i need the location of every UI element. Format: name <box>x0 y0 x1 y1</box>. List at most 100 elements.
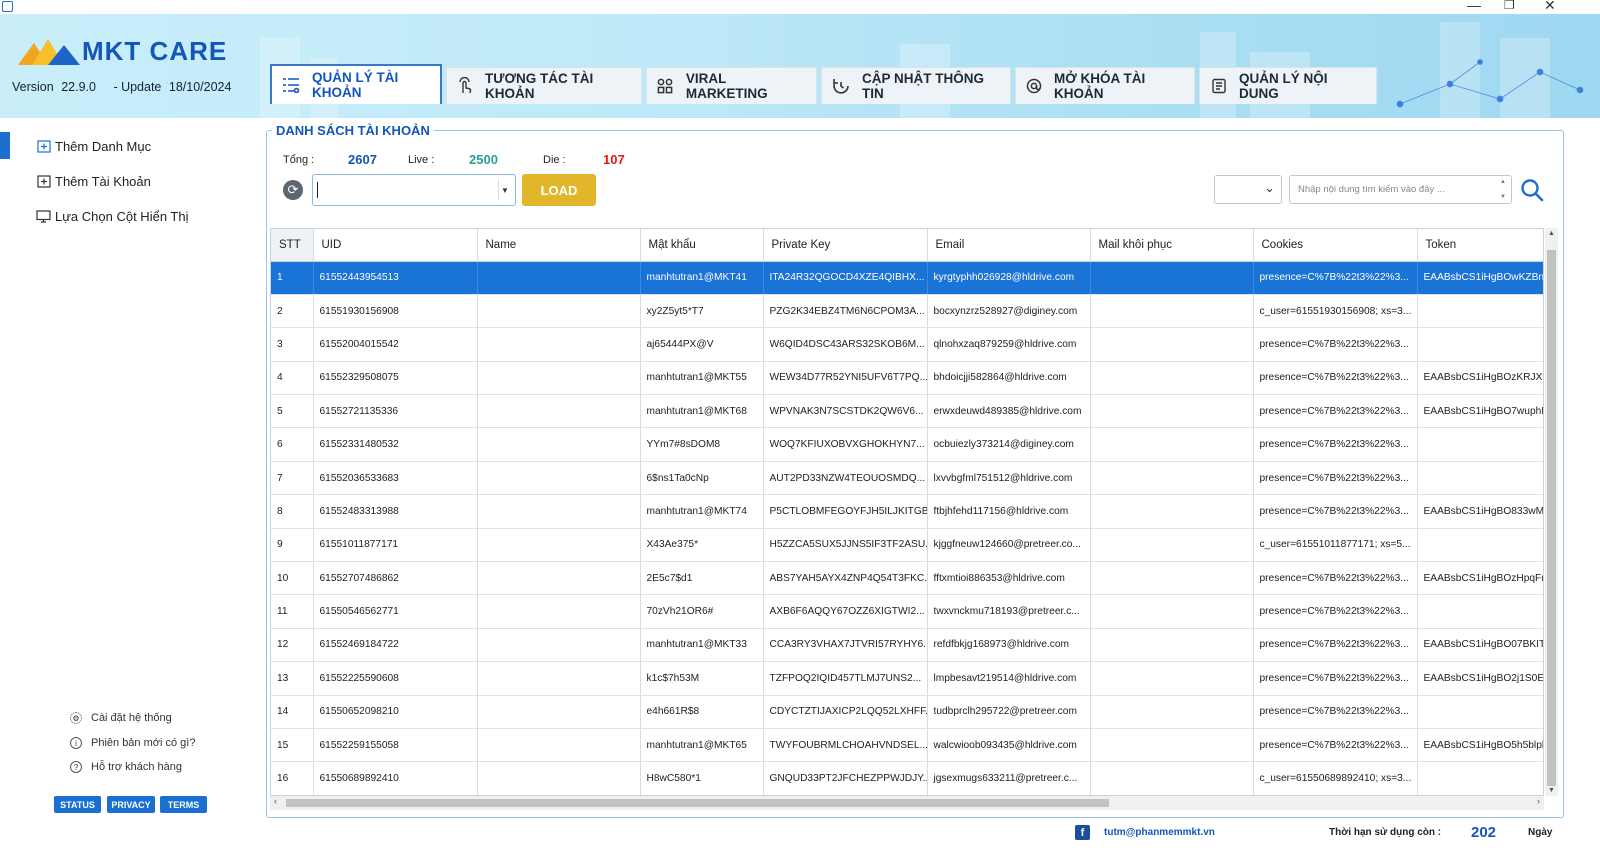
cell-password[interactable]: xy2Z5yt5*T7 <box>640 294 764 329</box>
cell-name[interactable] <box>477 361 641 396</box>
cell-uid[interactable]: 61550689892410 <box>313 761 478 795</box>
cell-token[interactable]: EAABsbCS1iHgBOzKRJXG <box>1417 361 1543 396</box>
cell-private-key[interactable]: P5CTLOBMFEGOYFJH5ILJKITGB... <box>763 494 928 529</box>
cell-private-key[interactable]: W6QID4DSC43ARS32SKOB6M... <box>763 327 928 362</box>
cell-email[interactable]: ftbjhfehd117156@hldrive.com <box>927 494 1091 529</box>
customer-support-link[interactable]: ? Hỗ trợ khách hàng <box>70 761 182 773</box>
cell-name[interactable] <box>477 594 641 629</box>
cell-token[interactable]: EAABsbCS1iHgBO7wuphM <box>1417 394 1543 429</box>
cell-private-key[interactable]: WPVNAK3N7SCSTDK2QW6V6... <box>763 394 928 429</box>
cell-password[interactable]: e4h661R$8 <box>640 695 764 729</box>
cell-cookies[interactable]: presence=C%7B%22t3%22%3... <box>1253 461 1418 496</box>
cell-stt[interactable]: 2 <box>271 294 314 329</box>
cell-email[interactable]: twxvnckmu718193@pretreer.c... <box>927 594 1091 629</box>
cell-cookies[interactable]: presence=C%7B%22t3%22%3... <box>1253 327 1418 362</box>
cell-email[interactable]: erwxdeuwd489385@hldrive.com <box>927 394 1091 429</box>
terms-button[interactable]: TERMS <box>160 796 207 813</box>
cell-email[interactable]: bocxynzrz528927@diginey.com <box>927 294 1091 329</box>
cell-email[interactable]: lmpbesavt219514@hldrive.com <box>927 661 1091 696</box>
table-row[interactable]: 1 61552443954513 manhtutran1@MKT41 ITA24R32… <box>271 261 1543 295</box>
cell-cookies[interactable]: c_user=61550689892410; xs=3... <box>1253 761 1418 795</box>
cell-token[interactable] <box>1417 594 1543 629</box>
cell-private-key[interactable]: ITA24R32QGOCD4XZE4QIBHX... <box>763 261 928 295</box>
privacy-button[interactable]: PRIVACY <box>107 796 155 813</box>
cell-stt[interactable]: 5 <box>271 394 314 429</box>
cell-cookies[interactable]: presence=C%7B%22t3%22%3... <box>1253 594 1418 629</box>
cell-password[interactable]: manhtutran1@MKT33 <box>640 628 764 663</box>
table-row[interactable]: 6 61552331480532 YYm7#8sDOM8 WOQ7KFIUXOBVXG… <box>271 427 1543 462</box>
cell-password[interactable]: manhtutran1@MKT74 <box>640 494 764 529</box>
cell-private-key[interactable]: CCA3RY3VHAX7JTVRI57RYHY6... <box>763 628 928 663</box>
cell-password[interactable]: X43Ae375* <box>640 528 764 563</box>
cell-recovery-mail[interactable] <box>1090 427 1254 462</box>
cell-uid[interactable]: 61552483313988 <box>313 494 478 529</box>
cell-uid[interactable]: 61552036533683 <box>313 461 478 496</box>
column-header-email[interactable]: Email <box>927 229 1091 262</box>
search-icon[interactable] <box>1519 177 1545 203</box>
cell-cookies[interactable]: presence=C%7B%22t3%22%3... <box>1253 628 1418 663</box>
cell-private-key[interactable]: WEW34D77R52YNI5UFV6T7PQ... <box>763 361 928 396</box>
cell-recovery-mail[interactable] <box>1090 361 1254 396</box>
cell-uid[interactable]: 61552004015542 <box>313 327 478 362</box>
cell-email[interactable]: bhdoicjji582864@hldrive.com <box>927 361 1091 396</box>
cell-password[interactable]: manhtutran1@MKT41 <box>640 261 764 295</box>
close-button[interactable]: ✕ <box>1544 0 1556 14</box>
cell-name[interactable] <box>477 661 641 696</box>
table-row[interactable]: 11 61550546562771 70zVh21OR6# AXB6F6AQQY67O… <box>271 594 1543 629</box>
table-row[interactable]: 13 61552225590608 k1c$7h53M TZFPOQ2IQID457T… <box>271 661 1543 696</box>
table-row[interactable]: 2 61551930156908 xy2Z5yt5*T7 PZG2K34EBZ4TM6… <box>271 294 1543 329</box>
cell-password[interactable]: k1c$7h53M <box>640 661 764 696</box>
cell-stt[interactable]: 12 <box>271 628 314 663</box>
scroll-up-icon[interactable]: ▲ <box>1545 230 1558 237</box>
cell-stt[interactable]: 13 <box>271 661 314 696</box>
cell-recovery-mail[interactable] <box>1090 528 1254 563</box>
cell-token[interactable] <box>1417 427 1543 462</box>
cell-name[interactable] <box>477 528 641 563</box>
tab-viral-marketing[interactable]: VIRAL MARKETING <box>646 67 817 104</box>
cell-recovery-mail[interactable] <box>1090 628 1254 663</box>
minimize-button[interactable]: — <box>1467 0 1481 13</box>
table-row[interactable]: 5 61552721135336 manhtutran1@MKT68 WPVNAK3N… <box>271 394 1543 429</box>
cell-token[interactable]: EAABsbCS1iHgBO2j1S0EyJ <box>1417 661 1543 696</box>
search-input[interactable]: Nhập nội dung tìm kiếm vào đây ... ▲ ▼ <box>1289 175 1512 204</box>
cell-stt[interactable]: 1 <box>271 261 314 295</box>
table-row[interactable]: 4 61552329508075 manhtutran1@MKT55 WEW34D77… <box>271 361 1543 396</box>
cell-password[interactable]: manhtutran1@MKT68 <box>640 394 764 429</box>
cell-email[interactable]: tudbprclh295722@pretreer.com <box>927 695 1091 729</box>
cell-email[interactable]: kjggfneuw124660@pretreer.co... <box>927 528 1091 563</box>
cell-cookies[interactable]: presence=C%7B%22t3%22%3... <box>1253 427 1418 462</box>
cell-private-key[interactable]: CDYCTZTIJAXICP2LQQ52LXHFF... <box>763 695 928 729</box>
cell-cookies[interactable]: presence=C%7B%22t3%22%3... <box>1253 494 1418 529</box>
cell-token[interactable]: EAABsbCS1iHgBO07BKITki <box>1417 628 1543 663</box>
cell-password[interactable]: YYm7#8sDOM8 <box>640 427 764 462</box>
cell-private-key[interactable]: WOQ7KFIUXOBVXGHOKHYN7... <box>763 427 928 462</box>
cell-stt[interactable]: 9 <box>271 528 314 563</box>
cell-email[interactable]: ocbuiezly373214@diginey.com <box>927 427 1091 462</box>
cell-recovery-mail[interactable] <box>1090 461 1254 496</box>
cell-email[interactable]: lxvvbgfml751512@hldrive.com <box>927 461 1091 496</box>
cell-recovery-mail[interactable] <box>1090 394 1254 429</box>
cell-cookies[interactable]: presence=C%7B%22t3%22%3... <box>1253 561 1418 596</box>
cell-name[interactable] <box>477 427 641 462</box>
cell-stt[interactable]: 10 <box>271 561 314 596</box>
cell-token[interactable]: EAABsbCS1iHgBOwKZBnH <box>1417 261 1543 295</box>
cell-recovery-mail[interactable] <box>1090 494 1254 529</box>
tab-unlock-account[interactable]: MỞ KHÓA TÀI KHOẢN <box>1015 67 1195 104</box>
cell-private-key[interactable]: TZFPOQ2IQID457TLMJ7UNS2... <box>763 661 928 696</box>
cell-private-key[interactable]: H5ZZCA5SUX5JJNS5IF3TF2ASU... <box>763 528 928 563</box>
cell-cookies[interactable]: presence=C%7B%22t3%22%3... <box>1253 394 1418 429</box>
tab-account-management[interactable]: QUẢN LÝ TÀI KHOẢN <box>270 64 442 104</box>
cell-email[interactable]: refdfbkjg168973@hldrive.com <box>927 628 1091 663</box>
cell-uid[interactable]: 61552707486862 <box>313 561 478 596</box>
cell-password[interactable]: manhtutran1@MKT65 <box>640 728 764 763</box>
cell-stt[interactable]: 8 <box>271 494 314 529</box>
column-header-uid[interactable]: UID <box>313 229 478 262</box>
category-combobox[interactable]: ▼ <box>312 174 516 206</box>
sidebar-item-add-category[interactable]: Thêm Danh Mục <box>36 139 151 154</box>
cell-uid[interactable]: 61552721135336 <box>313 394 478 429</box>
cell-password[interactable]: 2E5c7$d1 <box>640 561 764 596</box>
cell-recovery-mail[interactable] <box>1090 261 1254 295</box>
cell-token[interactable] <box>1417 294 1543 329</box>
cell-email[interactable]: jgsexmugs633211@pretreer.c... <box>927 761 1091 795</box>
cell-stt[interactable]: 16 <box>271 761 314 795</box>
